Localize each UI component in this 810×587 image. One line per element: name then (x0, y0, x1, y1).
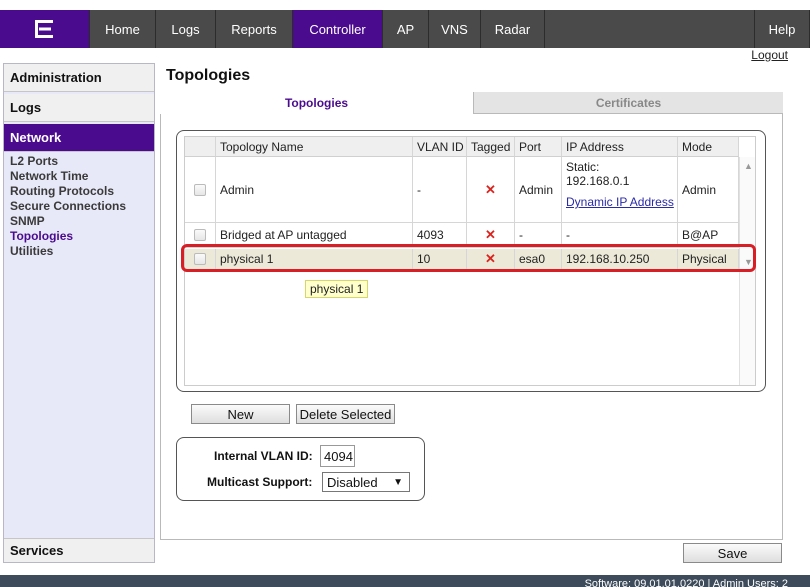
header-select (185, 137, 216, 157)
table-row-select[interactable] (185, 157, 216, 222)
row-checkbox[interactable] (194, 183, 206, 196)
sidebar-item-utilities[interactable]: Utilities (10, 244, 148, 259)
nav-vns[interactable]: VNS (429, 10, 481, 48)
sidebar-services[interactable]: Services (4, 538, 154, 562)
multicast-selected-value: Disabled (327, 474, 378, 490)
nav-spacer (545, 10, 755, 48)
status-footer: Software: 09.01.01.0220 | Admin Users: 2 (0, 575, 810, 587)
tab-bar: Topologies Certificates (160, 92, 783, 114)
cross-icon: ✕ (485, 227, 496, 242)
save-button[interactable]: Save (683, 543, 782, 563)
header-vlan-id[interactable]: VLAN ID (413, 137, 467, 157)
header-ip-address[interactable]: IP Address (562, 137, 678, 157)
nav-home[interactable]: Home (90, 10, 156, 48)
dropdown-arrow-icon: ▼ (393, 476, 403, 488)
sidebar-network-links: L2 Ports Network Time Routing Protocols … (4, 152, 154, 261)
ip-static-label: Static: (566, 160, 600, 174)
selection-highlight (181, 244, 756, 272)
cell-ip-address: Static: 192.168.0.1 Dynamic IP Address (562, 157, 678, 222)
tab-certificates[interactable]: Certificates (474, 92, 783, 114)
cell-tagged: ✕ (467, 157, 515, 222)
cell-mode: Admin (678, 157, 739, 222)
sidebar-administration[interactable]: Administration (4, 64, 154, 92)
cross-icon: ✕ (485, 181, 496, 197)
app-root: Home Logs Reports Controller AP VNS Rada… (0, 0, 810, 587)
cell-topology-name: Admin (216, 157, 413, 222)
sidebar-item-l2-ports[interactable]: L2 Ports (10, 154, 148, 169)
nav-radar[interactable]: Radar (481, 10, 545, 48)
nav-controller[interactable]: Controller (293, 10, 383, 48)
sidebar-logs[interactable]: Logs (4, 94, 154, 122)
nav-help[interactable]: Help (755, 10, 810, 48)
cell-vlan-id: - (413, 157, 467, 222)
row-checkbox[interactable] (194, 229, 206, 241)
row-tooltip: physical 1 (305, 280, 369, 298)
extreme-logo-icon (34, 20, 53, 38)
multicast-support-select[interactable]: Disabled ▼ (322, 472, 410, 492)
logout-link[interactable]: Logout (751, 48, 788, 62)
nav-reports[interactable]: Reports (216, 10, 293, 48)
nav-ap[interactable]: AP (383, 10, 429, 48)
sidebar-item-snmp[interactable]: SNMP (10, 214, 148, 229)
new-button[interactable]: New (191, 404, 290, 424)
dynamic-ip-link[interactable]: Dynamic IP Address (566, 195, 674, 209)
logo[interactable] (0, 10, 90, 48)
sidebar: Administration Logs Network L2 Ports Net… (3, 63, 155, 563)
delete-selected-button[interactable]: Delete Selected (296, 404, 395, 424)
sidebar-item-routing-protocols[interactable]: Routing Protocols (10, 184, 148, 199)
multicast-support-label: Multicast Support: (207, 475, 313, 489)
sidebar-network[interactable]: Network (4, 124, 154, 152)
internal-vlan-input[interactable] (320, 445, 355, 467)
scroll-up-icon[interactable]: ▲ (744, 161, 753, 171)
header-topology-name[interactable]: Topology Name (216, 137, 413, 157)
tab-topologies[interactable]: Topologies (160, 92, 474, 114)
header-tagged[interactable]: Tagged (467, 137, 515, 157)
sidebar-item-network-time[interactable]: Network Time (10, 169, 148, 184)
header-mode[interactable]: Mode (678, 137, 739, 157)
cell-port: Admin (515, 157, 562, 222)
sidebar-item-topologies[interactable]: Topologies (10, 229, 148, 244)
sidebar-item-secure-connections[interactable]: Secure Connections (10, 199, 148, 214)
header-port[interactable]: Port (515, 137, 562, 157)
page-title: Topologies (166, 67, 251, 84)
internal-vlan-label: Internal VLAN ID: (214, 449, 313, 463)
nav-logs[interactable]: Logs (156, 10, 216, 48)
top-nav: Home Logs Reports Controller AP VNS Rada… (0, 10, 810, 48)
ip-static-value: 192.168.0.1 (566, 174, 630, 188)
